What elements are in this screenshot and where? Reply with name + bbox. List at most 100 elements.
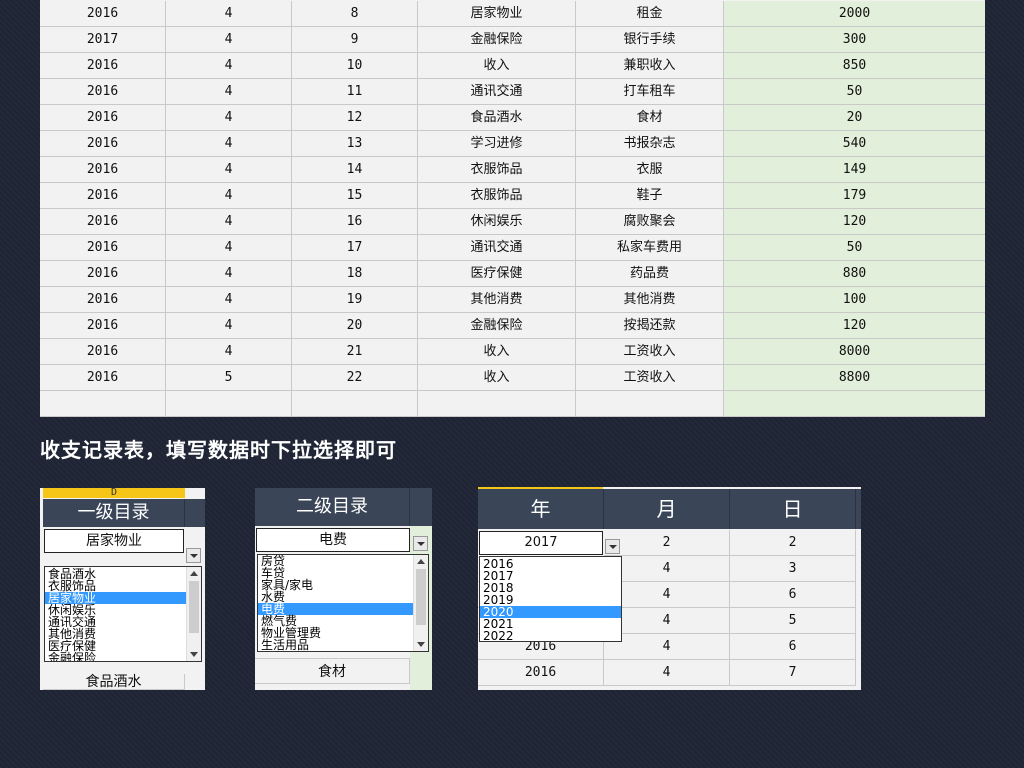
day-cell[interactable]: 6 — [730, 582, 856, 608]
year-cell[interactable]: 2016 — [40, 339, 166, 365]
primary-category-cell[interactable]: 衣服饰品 — [418, 157, 576, 183]
day-cell[interactable]: 17 — [292, 235, 418, 261]
year-cell[interactable]: 2016 — [40, 157, 166, 183]
amount-cell[interactable]: 50 — [724, 235, 985, 261]
day-cell[interactable]: 12 — [292, 105, 418, 131]
amount-cell[interactable]: 880 — [724, 261, 985, 287]
month-cell[interactable] — [166, 391, 292, 417]
primary-category-cell[interactable] — [418, 391, 576, 417]
amount-cell[interactable]: 8000 — [724, 339, 985, 365]
year-select[interactable]: 2017 — [479, 531, 603, 555]
day-cell[interactable]: 15 — [292, 183, 418, 209]
secondary-category-cell[interactable]: 私家车费用 — [576, 235, 724, 261]
secondary-category-cell[interactable]: 鞋子 — [576, 183, 724, 209]
day-cell[interactable]: 8 — [292, 1, 418, 27]
month-cell[interactable]: 4 — [166, 157, 292, 183]
month-cell[interactable]: 4 — [166, 79, 292, 105]
month-cell[interactable]: 4 — [604, 608, 730, 634]
year-cell[interactable]: 2016 — [40, 235, 166, 261]
secondary-category-cell[interactable]: 工资收入 — [576, 339, 724, 365]
month-cell[interactable]: 2 — [604, 530, 730, 556]
day-cell[interactable]: 7 — [730, 660, 856, 686]
month-cell[interactable]: 4 — [166, 27, 292, 53]
amount-cell[interactable]: 100 — [724, 287, 985, 313]
day-cell[interactable]: 18 — [292, 261, 418, 287]
day-cell[interactable]: 5 — [730, 608, 856, 634]
secondary-category-cell[interactable]: 租金 — [576, 1, 724, 27]
year-cell[interactable]: 2016 — [40, 313, 166, 339]
amount-cell[interactable]: 20 — [724, 105, 985, 131]
day-cell[interactable]: 20 — [292, 313, 418, 339]
year-cell[interactable]: 2016 — [40, 131, 166, 157]
month-cell[interactable]: 4 — [604, 660, 730, 686]
month-cell[interactable]: 4 — [166, 105, 292, 131]
year-cell[interactable]: 2016 — [40, 209, 166, 235]
primary-category-cell[interactable]: 收入 — [418, 53, 576, 79]
amount-cell[interactable]: 149 — [724, 157, 985, 183]
day-cell[interactable]: 13 — [292, 131, 418, 157]
year-cell[interactable]: 2016 — [40, 53, 166, 79]
year-cell[interactable]: 2016 — [40, 365, 166, 391]
day-cell[interactable]: 11 — [292, 79, 418, 105]
day-cell[interactable]: 14 — [292, 157, 418, 183]
year-cell[interactable] — [40, 391, 166, 417]
primary-category-cell[interactable]: 学习进修 — [418, 131, 576, 157]
primary-category-cell[interactable]: 收入 — [418, 339, 576, 365]
month-cell[interactable]: 4 — [166, 53, 292, 79]
secondary-category-select[interactable]: 电费 — [256, 528, 410, 552]
secondary-category-option[interactable]: 生活用品 — [258, 639, 414, 651]
month-cell[interactable]: 4 — [166, 183, 292, 209]
primary-category-cell[interactable]: 医疗保健 — [418, 261, 576, 287]
primary-category-scrollbar[interactable] — [186, 567, 201, 661]
month-cell[interactable]: 4 — [166, 339, 292, 365]
primary-category-cell[interactable]: 其他消费 — [418, 287, 576, 313]
day-cell[interactable]: 10 — [292, 53, 418, 79]
month-cell[interactable]: 4 — [166, 235, 292, 261]
primary-category-cell[interactable]: 居家物业 — [418, 1, 576, 27]
secondary-category-cell[interactable]: 其他消费 — [576, 287, 724, 313]
day-cell[interactable]: 9 — [292, 27, 418, 53]
primary-category-select[interactable]: 居家物业 — [44, 529, 184, 553]
primary-category-cell[interactable]: 通讯交通 — [418, 235, 576, 261]
day-cell[interactable]: 6 — [730, 634, 856, 660]
month-cell[interactable]: 4 — [166, 131, 292, 157]
month-cell[interactable]: 4 — [166, 313, 292, 339]
month-cell[interactable]: 5 — [166, 365, 292, 391]
primary-category-cell[interactable]: 收入 — [418, 365, 576, 391]
secondary-category-dropdown-button[interactable] — [413, 536, 428, 551]
day-cell[interactable]: 3 — [730, 556, 856, 582]
amount-cell[interactable]: 850 — [724, 53, 985, 79]
amount-cell[interactable]: 50 — [724, 79, 985, 105]
primary-category-option[interactable]: 金融保险 — [45, 652, 187, 661]
year-cell[interactable]: 2017 — [40, 27, 166, 53]
year-cell[interactable]: 2016 — [40, 105, 166, 131]
primary-category-cell[interactable]: 通讯交通 — [418, 79, 576, 105]
year-cell[interactable]: 2016 — [478, 660, 604, 686]
amount-cell[interactable]: 179 — [724, 183, 985, 209]
year-list[interactable]: 2016 2017 2018 2019 2020 2021 2022 — [479, 556, 622, 642]
year-cell[interactable]: 2016 — [40, 287, 166, 313]
amount-cell[interactable]: 8800 — [724, 365, 985, 391]
day-cell[interactable]: 22 — [292, 365, 418, 391]
year-option[interactable]: 2022 — [480, 630, 621, 641]
amount-cell[interactable] — [724, 391, 985, 417]
primary-category-list[interactable]: 食品酒水 衣服饰品 居家物业 休闲娱乐 通讯交通 其他消费 医疗保健 金融保险 — [44, 566, 202, 662]
secondary-category-cell[interactable]: 按揭还款 — [576, 313, 724, 339]
primary-category-cell[interactable]: 休闲娱乐 — [418, 209, 576, 235]
year-cell[interactable]: 2016 — [40, 183, 166, 209]
month-cell[interactable]: 4 — [166, 1, 292, 27]
day-cell[interactable]: 19 — [292, 287, 418, 313]
amount-cell[interactable]: 2000 — [724, 1, 985, 27]
secondary-category-cell[interactable]: 银行手续 — [576, 27, 724, 53]
day-cell[interactable]: 21 — [292, 339, 418, 365]
secondary-category-cell[interactable]: 腐败聚会 — [576, 209, 724, 235]
month-cell[interactable]: 4 — [604, 634, 730, 660]
year-cell[interactable]: 2016 — [40, 1, 166, 27]
primary-category-cell[interactable]: 金融保险 — [418, 27, 576, 53]
day-cell[interactable] — [292, 391, 418, 417]
secondary-category-cell[interactable]: 工资收入 — [576, 365, 724, 391]
primary-category-dropdown-button[interactable] — [186, 548, 201, 563]
day-cell[interactable]: 16 — [292, 209, 418, 235]
day-cell[interactable]: 2 — [730, 530, 856, 556]
secondary-category-cell[interactable]: 衣服 — [576, 157, 724, 183]
